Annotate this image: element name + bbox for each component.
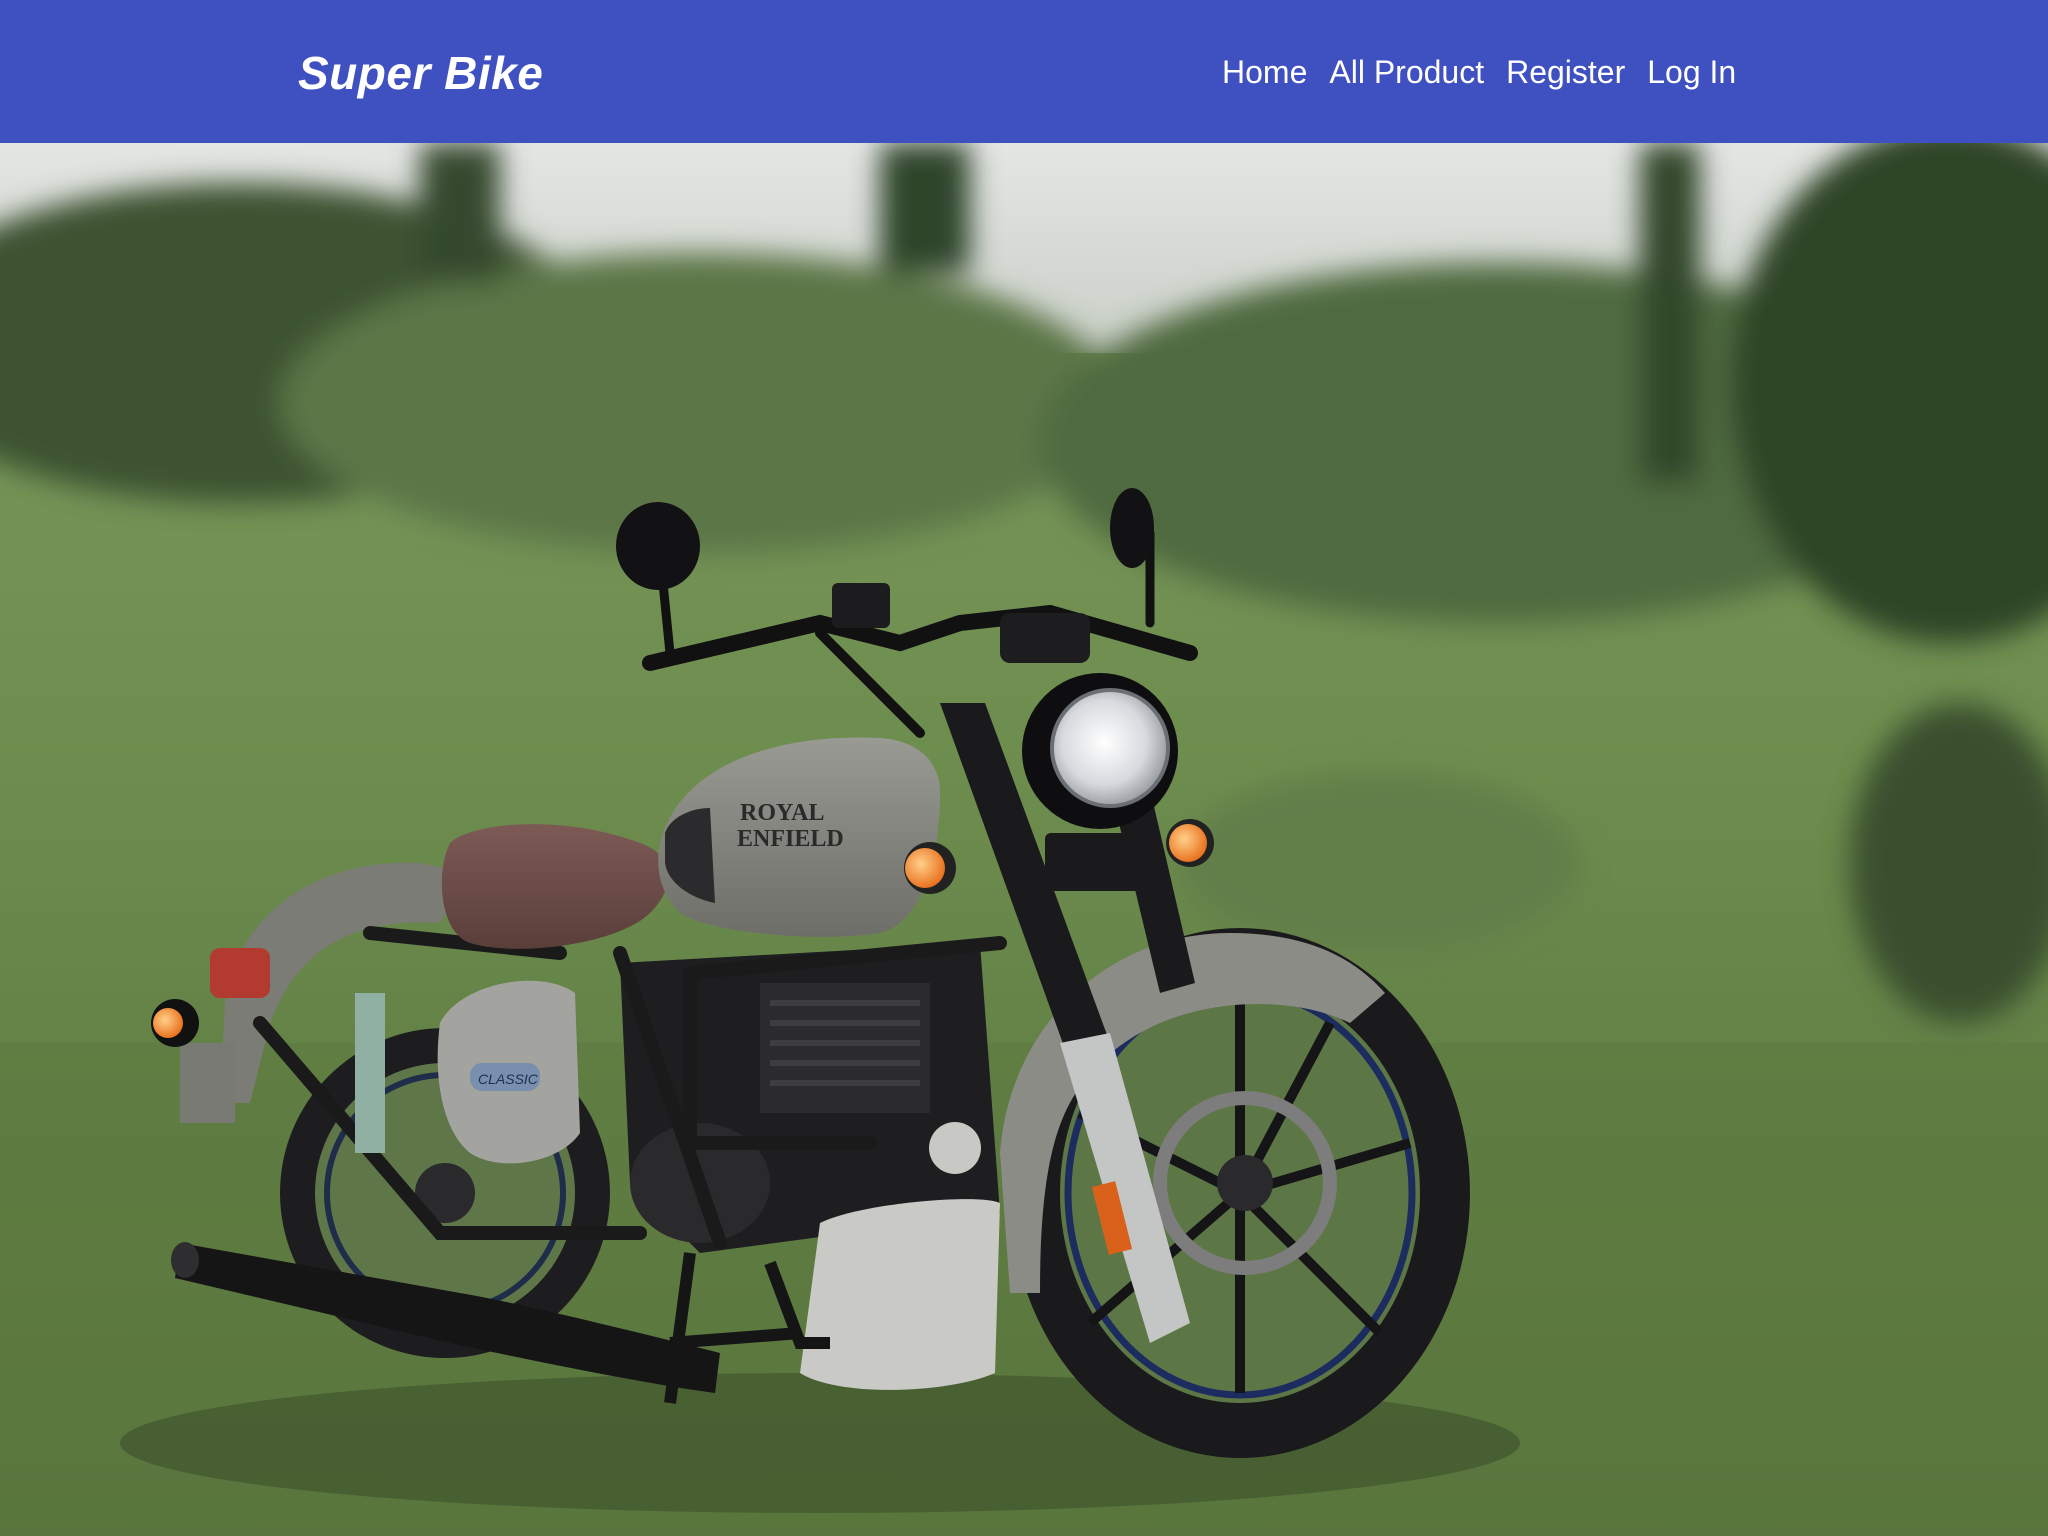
tank-brand-line1: ROYAL <box>740 800 824 826</box>
nav-link-register[interactable]: Register <box>1506 54 1625 91</box>
nav-link-all-product[interactable]: All Product <box>1329 54 1484 91</box>
hero-image: CLASSIC ROYAL ENFIELD <box>0 143 2048 1536</box>
nav-link-log-in[interactable]: Log In <box>1647 54 1736 91</box>
navbar: Super Bike Home All Product Register Log… <box>0 0 2048 143</box>
hero-banner: CLASSIC ROYAL ENFIELD <box>0 143 2048 1536</box>
nav-link-home[interactable]: Home <box>1222 54 1307 91</box>
side-badge: CLASSIC <box>478 1071 539 1087</box>
headlight <box>1022 673 1178 829</box>
brand-logo[interactable]: Super Bike <box>298 46 543 100</box>
nav-menu: Home All Product Register Log In <box>1222 54 1736 91</box>
tank-brand-line2: ENFIELD <box>737 826 844 852</box>
